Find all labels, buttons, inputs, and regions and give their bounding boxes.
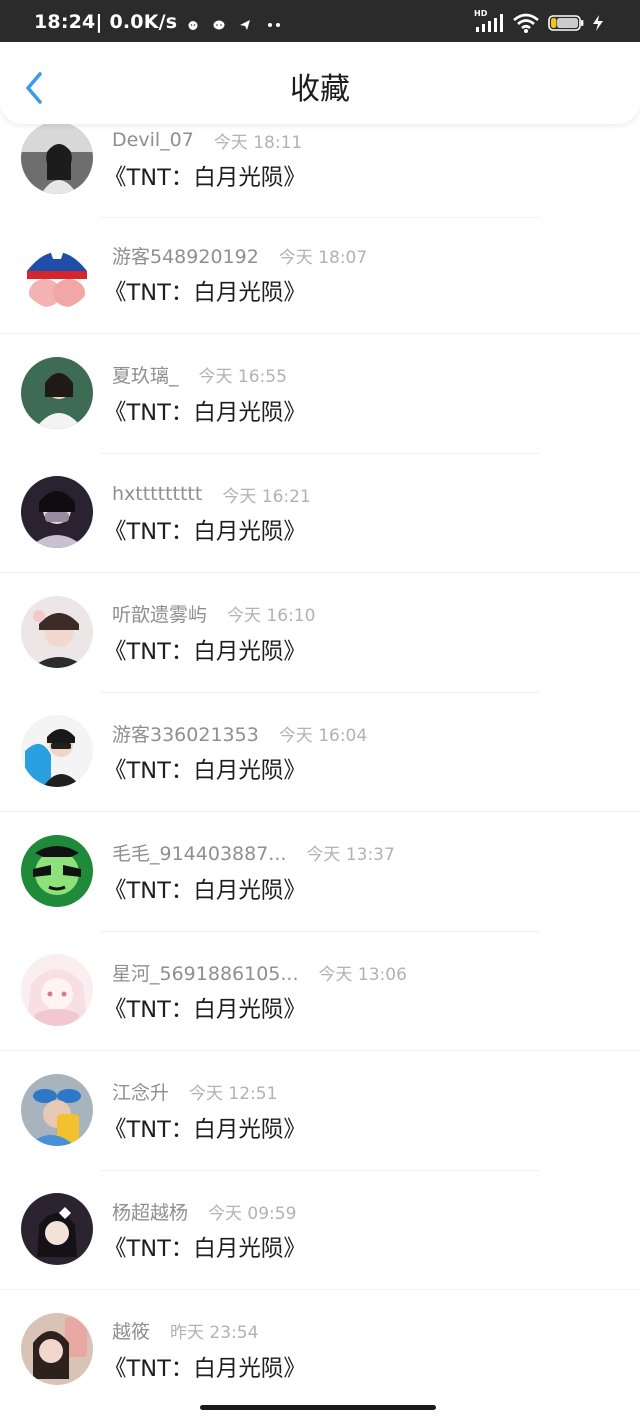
item-title[interactable]: 《TNT：白月光陨》 xyxy=(104,395,306,427)
user-name[interactable]: 夏玖璃_ xyxy=(112,361,179,388)
signal-icon: HD xyxy=(474,9,504,34)
status-bar: 18:24 | 0.0K/s HD xyxy=(0,0,640,42)
timestamp: 今天 13:37 xyxy=(306,845,395,865)
chevron-left-icon xyxy=(26,72,42,104)
avatar[interactable] xyxy=(21,237,93,309)
item-title[interactable]: 《TNT：白月光陨》 xyxy=(104,1231,306,1263)
item-meta: hxttttttttt 今天 16:21 xyxy=(112,480,311,508)
status-time: 18:24 xyxy=(34,11,96,33)
divider xyxy=(100,1169,540,1171)
item-title[interactable]: 《TNT：白月光陨》 xyxy=(104,1351,306,1383)
status-network-speed: | 0.0K/s xyxy=(95,11,178,33)
item-title[interactable]: 《TNT：白月光陨》 xyxy=(104,275,306,307)
item-meta: 游客548920192 今天 18:07 xyxy=(112,241,367,269)
item-meta: 夏玖璃_ 今天 16:55 xyxy=(112,361,287,389)
send-icon xyxy=(239,16,251,30)
divider xyxy=(100,217,540,218)
timestamp: 今天 16:10 xyxy=(227,606,316,626)
item-title[interactable]: 《TNT：白月光陨》 xyxy=(104,873,306,905)
item-title[interactable]: 《TNT：白月光陨》 xyxy=(104,514,306,546)
divider xyxy=(100,930,540,932)
battery-icon xyxy=(548,14,584,32)
item-title[interactable]: 《TNT：白月光陨》 xyxy=(104,753,306,785)
list-item[interactable]: 听歆遗雾屿 今天 16:10 《TNT：白月光陨》 xyxy=(0,595,640,719)
item-title[interactable]: 《TNT：白月光陨》 xyxy=(104,992,306,1024)
avatar[interactable] xyxy=(21,715,93,787)
user-name[interactable]: 越筱 xyxy=(112,1317,150,1344)
user-name[interactable]: 游客336021353 xyxy=(112,720,259,747)
status-right: HD xyxy=(466,9,604,34)
timestamp: 今天 16:55 xyxy=(198,367,287,387)
timestamp: 今天 16:04 xyxy=(278,725,368,746)
list-item[interactable]: 游客548920192 今天 18:07 《TNT：白月光陨》 xyxy=(0,237,640,360)
list-item[interactable]: 游客336021353 今天 16:04 《TNT：白月光陨》 xyxy=(0,715,640,838)
home-indicator[interactable] xyxy=(200,1405,436,1410)
avatar[interactable] xyxy=(21,1073,93,1146)
timestamp: 今天 18:07 xyxy=(278,247,368,268)
divider xyxy=(100,452,540,454)
item-meta: 游客336021353 今天 16:04 xyxy=(112,719,367,747)
user-name[interactable]: hxttttttttt xyxy=(112,483,202,505)
item-meta: 毛毛_914403887... 今天 13:37 xyxy=(112,839,395,867)
avatar[interactable] xyxy=(21,595,93,668)
user-name[interactable]: 毛毛_914403887... xyxy=(112,839,286,866)
timestamp: 昨天 23:54 xyxy=(170,1323,259,1343)
user-name[interactable]: 杨超越杨 xyxy=(112,1198,188,1225)
user-name[interactable]: 游客548920192 xyxy=(112,242,259,269)
piggy-icon xyxy=(187,16,199,30)
list-item[interactable]: 江念升 今天 12:51 《TNT：白月光陨》 xyxy=(0,1073,640,1197)
timestamp: 今天 09:59 xyxy=(208,1203,297,1224)
back-button[interactable] xyxy=(18,70,50,106)
timestamp: 今天 12:51 xyxy=(189,1084,278,1104)
user-name[interactable]: 听歆遗雾屿 xyxy=(112,600,207,627)
list-item[interactable]: 毛毛_914403887... 今天 13:37 《TNT：白月光陨》 xyxy=(0,834,640,958)
list-item[interactable]: hxttttttttt 今天 16:21 《TNT：白月光陨》 xyxy=(0,476,640,599)
timestamp: 今天 16:21 xyxy=(222,486,311,507)
item-title[interactable]: 《TNT：白月光陨》 xyxy=(104,634,306,666)
item-title[interactable]: 《TNT：白月光陨》 xyxy=(104,160,306,192)
divider xyxy=(0,811,640,812)
chat-bubble-icon xyxy=(213,16,225,30)
list-item[interactable]: 夏玖璃_ 今天 16:55 《TNT：白月光陨》 xyxy=(0,356,640,480)
item-meta: 星河_5691886105... 今天 13:06 xyxy=(112,958,407,986)
list-item[interactable]: 星河_5691886105... 今天 13:06 《TNT：白月光陨》 xyxy=(0,954,640,1077)
avatar[interactable] xyxy=(21,834,93,907)
avatar[interactable] xyxy=(21,1312,93,1385)
divider xyxy=(100,691,540,693)
item-meta: 杨超越杨 今天 09:59 xyxy=(112,1197,296,1225)
item-meta: 听歆遗雾屿 今天 16:10 xyxy=(112,600,315,628)
avatar[interactable] xyxy=(21,954,93,1026)
user-name[interactable]: 星河_5691886105... xyxy=(112,959,299,986)
status-left: 18:24 | 0.0K/s xyxy=(34,10,281,34)
timestamp: 今天 13:06 xyxy=(318,964,407,985)
divider xyxy=(0,1050,640,1051)
avatar[interactable] xyxy=(21,476,93,548)
favorites-list: Devil_07 今天 18:11 《TNT：白月光陨》 游客548920192… xyxy=(0,116,640,1422)
charging-icon xyxy=(592,14,604,32)
divider xyxy=(0,572,640,573)
app-screen: 18:24 | 0.0K/s HD 收藏 Devil_07 今天 18:11 《… xyxy=(0,0,640,1422)
avatar[interactable] xyxy=(21,356,93,429)
more-dots-icon xyxy=(267,16,281,28)
item-meta: 江念升 今天 12:51 xyxy=(112,1078,277,1106)
item-meta: 越筱 昨天 23:54 xyxy=(112,1317,258,1345)
divider xyxy=(0,1289,640,1290)
divider xyxy=(0,333,640,334)
user-name[interactable]: 江念升 xyxy=(112,1078,169,1105)
list-item[interactable]: 杨超越杨 今天 09:59 《TNT：白月光陨》 xyxy=(0,1193,640,1316)
item-title[interactable]: 《TNT：白月光陨》 xyxy=(104,1112,306,1144)
page-title: 收藏 xyxy=(290,72,350,107)
header-bar: 收藏 xyxy=(0,42,640,124)
wifi-icon xyxy=(512,12,540,34)
avatar[interactable] xyxy=(21,1193,93,1265)
